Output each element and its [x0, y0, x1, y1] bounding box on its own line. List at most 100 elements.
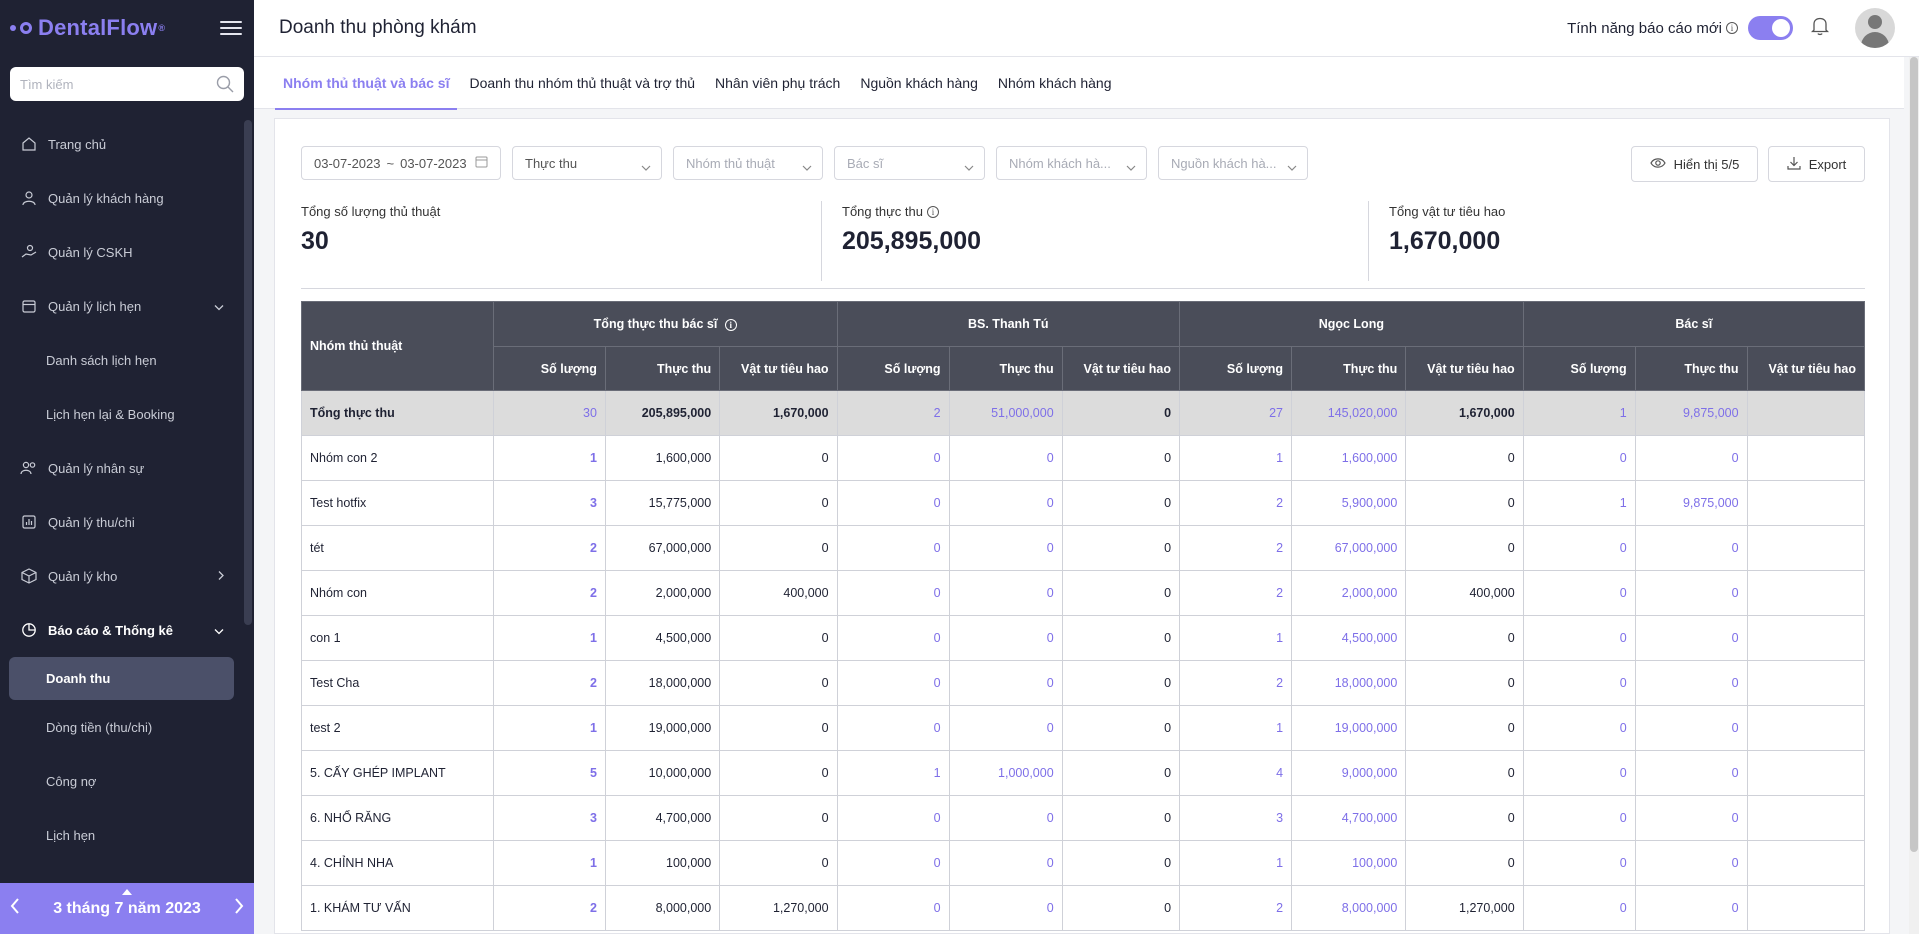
cell-revenue[interactable]: 4,500,000 — [604, 615, 721, 661]
customer-group-select[interactable]: Nhóm khách hà... — [996, 146, 1147, 180]
bell-icon[interactable] — [1810, 16, 1830, 41]
info-icon[interactable]: i — [926, 205, 939, 218]
tab-procedure-assistant[interactable]: Doanh thu nhóm thủ thuật và trợ thủ — [461, 57, 703, 109]
revenue-type-select[interactable]: Thực thu — [512, 146, 662, 180]
table-row[interactable]: 6. NHỔ RĂNG 3 4,700,000 0 0 0 0 3 4,700,000 0 0 0 — [301, 795, 1865, 841]
cell-revenue[interactable]: 0 — [1634, 435, 1748, 481]
sidebar-scrollbar[interactable] — [244, 120, 252, 625]
logo[interactable]: DentalFlow ® — [10, 15, 165, 41]
display-columns-button[interactable]: Hiển thị 5/5 — [1631, 146, 1758, 182]
cell-revenue[interactable]: 10,000,000 — [604, 750, 721, 796]
cell-revenue[interactable]: 5,900,000 — [1291, 480, 1407, 526]
cell-revenue[interactable]: 19,000,000 — [604, 705, 721, 751]
cell-revenue[interactable]: 67,000,000 — [1291, 525, 1407, 571]
cell-revenue[interactable]: 18,000,000 — [1291, 660, 1407, 706]
info-icon[interactable]: i — [724, 319, 737, 331]
caret-up-icon[interactable] — [122, 889, 132, 895]
cell-revenue[interactable]: 67,000,000 — [604, 525, 721, 571]
cell-revenue[interactable]: 51,000,000 — [948, 390, 1063, 436]
sidebar-item-customer-care[interactable]: Quản lý CSKH — [0, 225, 254, 279]
info-icon[interactable]: i — [1726, 22, 1738, 34]
cell-revenue[interactable]: 1,600,000 — [1291, 435, 1407, 481]
cell-revenue[interactable]: 1,000,000 — [948, 750, 1063, 796]
table-total-row[interactable]: Tổng thực thu 30 205,895,000 1,670,000 2 51,0… — [301, 390, 1865, 436]
cell-revenue[interactable]: 0 — [1634, 750, 1748, 796]
current-date-label[interactable]: 3 tháng 7 năm 2023 — [53, 900, 201, 918]
cell-revenue[interactable]: 2,000,000 — [604, 570, 721, 616]
table-row[interactable]: Nhóm con 2 2,000,000 400,000 0 0 0 2 2,000,000 40… — [301, 570, 1865, 616]
cell-revenue[interactable]: 0 — [948, 615, 1063, 661]
tab-procedure-doctor[interactable]: Nhóm thủ thuật và bác sĩ — [275, 57, 458, 110]
cell-revenue[interactable]: 0 — [1634, 795, 1748, 841]
cell-revenue[interactable]: 0 — [1634, 615, 1748, 661]
new-report-toggle[interactable] — [1748, 16, 1793, 40]
cell-revenue[interactable]: 0 — [1634, 525, 1748, 571]
table-row[interactable]: 5. CẤY GHÉP IMPLANT 5 10,000,000 0 1 1,000,00… — [301, 750, 1865, 796]
search-icon[interactable] — [216, 75, 234, 93]
table-row[interactable]: 1. KHÁM TƯ VẤN 2 8,000,000 1,270,000 0 0 0 2 8,0… — [301, 885, 1865, 931]
sidebar-item-inventory[interactable]: Quản lý kho — [0, 549, 254, 603]
cell-revenue[interactable]: 0 — [948, 660, 1063, 706]
sidebar-item-cashflow[interactable]: Dòng tiền (thu/chi) — [0, 700, 254, 754]
table-row[interactable]: test 2 1 19,000,000 0 0 0 0 1 19,000,000 0 0 0 — [301, 705, 1865, 751]
revenue-table-wrapper[interactable]: Nhóm thủ thuật Tổng thực thu bác sĩ i BS… — [301, 301, 1865, 933]
sidebar-item-revenue[interactable]: Doanh thu — [9, 657, 234, 700]
cell-revenue[interactable]: 0 — [1634, 705, 1748, 751]
procedure-group-select[interactable]: Nhóm thủ thuật — [673, 146, 823, 180]
table-row[interactable]: tét 2 67,000,000 0 0 0 0 2 67,000,000 0 0 0 — [301, 525, 1865, 571]
cell-revenue[interactable]: 0 — [948, 705, 1063, 751]
cell-revenue[interactable]: 8,000,000 — [1291, 885, 1407, 931]
sidebar-item-appointments[interactable]: Quản lý lịch hẹn — [0, 279, 254, 333]
page-scrollbar-thumb[interactable] — [1910, 57, 1918, 852]
sidebar-item-debt[interactable]: Công nợ — [0, 754, 254, 808]
cell-revenue[interactable]: 9,875,000 — [1634, 390, 1748, 436]
cell-revenue[interactable]: 15,775,000 — [604, 480, 721, 526]
cell-revenue[interactable]: 145,020,000 — [1291, 390, 1407, 436]
cell-revenue[interactable]: 4,500,000 — [1291, 615, 1407, 661]
cell-revenue[interactable]: 1,600,000 — [604, 435, 721, 481]
doctor-select[interactable]: Bác sĩ — [834, 146, 985, 180]
cell-revenue[interactable]: 0 — [948, 435, 1063, 481]
tab-customer-source[interactable]: Nguồn khách hàng — [852, 57, 986, 109]
cell-revenue[interactable]: 9,000,000 — [1291, 750, 1407, 796]
cell-revenue[interactable]: 100,000 — [1291, 840, 1407, 886]
customer-source-select[interactable]: Nguồn khách hà... — [1158, 146, 1308, 180]
sidebar-item-staff[interactable]: Quản lý nhân sự — [0, 441, 254, 495]
sidebar-item-schedule[interactable]: Lịch hẹn — [0, 808, 254, 862]
table-row[interactable]: Test hotfix 3 15,775,000 0 0 0 0 2 5,900,000 0 1 9,… — [301, 480, 1865, 526]
cell-revenue[interactable]: 4,700,000 — [1291, 795, 1407, 841]
prev-date-icon[interactable] — [10, 898, 20, 919]
tab-staff-in-charge[interactable]: Nhân viên phụ trách — [707, 57, 848, 109]
cell-revenue[interactable]: 0 — [948, 480, 1063, 526]
cell-revenue[interactable]: 8,000,000 — [604, 885, 721, 931]
cell-revenue[interactable]: 0 — [1634, 885, 1748, 931]
export-button[interactable]: Export — [1768, 146, 1865, 182]
hamburger-menu-icon[interactable] — [220, 21, 242, 35]
cell-revenue[interactable]: 19,000,000 — [1291, 705, 1407, 751]
sidebar-item-finance[interactable]: Quản lý thu/chi — [0, 495, 254, 549]
cell-revenue[interactable]: 0 — [948, 795, 1063, 841]
cell-revenue[interactable]: 4,700,000 — [604, 795, 721, 841]
search-input[interactable] — [20, 76, 216, 92]
cell-revenue[interactable]: 2,000,000 — [1291, 570, 1407, 616]
sidebar-item-appointment-list[interactable]: Danh sách lịch hẹn — [0, 333, 254, 387]
sidebar-item-reports[interactable]: Báo cáo & Thống kê — [0, 603, 254, 657]
table-row[interactable]: con 1 1 4,500,000 0 0 0 0 1 4,500,000 0 0 0 — [301, 615, 1865, 661]
date-range-picker[interactable]: 03-07-2023 ~ 03-07-2023 — [301, 146, 501, 180]
cell-revenue[interactable]: 0 — [948, 525, 1063, 571]
cell-revenue[interactable]: 0 — [1634, 660, 1748, 706]
table-row[interactable]: Nhóm con 2 1 1,600,000 0 0 0 0 1 1,600,000 0 0 0 — [301, 435, 1865, 481]
sidebar-item-customers[interactable]: Quản lý khách hàng — [0, 171, 254, 225]
cell-revenue[interactable]: 0 — [948, 840, 1063, 886]
sidebar-item-home[interactable]: Trang chủ — [0, 117, 254, 171]
cell-revenue[interactable]: 100,000 — [604, 840, 721, 886]
cell-revenue[interactable]: 0 — [1634, 840, 1748, 886]
page-scrollbar[interactable] — [1909, 57, 1919, 934]
sidebar-item-rebooking[interactable]: Lịch hẹn lại & Booking — [0, 387, 254, 441]
cell-revenue[interactable]: 9,875,000 — [1634, 480, 1748, 526]
cell-revenue[interactable]: 0 — [1634, 570, 1748, 616]
next-date-icon[interactable] — [234, 898, 244, 919]
table-row[interactable]: 4. CHỈNH NHA 1 100,000 0 0 0 0 1 100,000 0 0 0 — [301, 840, 1865, 886]
avatar[interactable] — [1855, 8, 1895, 48]
cell-revenue[interactable]: 18,000,000 — [604, 660, 721, 706]
